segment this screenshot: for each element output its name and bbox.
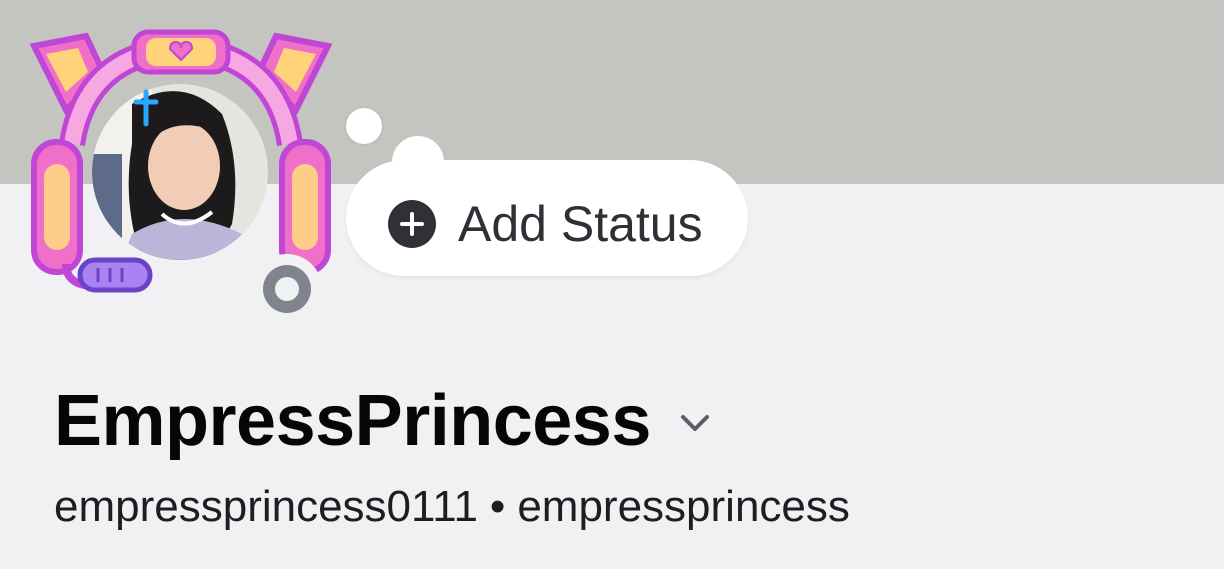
plus-circle-icon bbox=[388, 200, 436, 248]
alias: empressprincess bbox=[517, 482, 850, 531]
avatar[interactable] bbox=[26, 24, 336, 324]
separator-dot: • bbox=[489, 482, 506, 531]
offline-status-icon bbox=[252, 254, 322, 324]
username-row: empressprincess0111 • empressprincess bbox=[54, 480, 850, 534]
username: empressprincess0111 bbox=[54, 482, 478, 531]
add-status-button[interactable]: Add Status bbox=[346, 160, 748, 276]
add-status-label: Add Status bbox=[458, 196, 703, 252]
status-bubble-dot-small bbox=[346, 108, 382, 144]
display-name-row[interactable]: EmpressPrincess bbox=[54, 378, 715, 464]
chevron-down-icon[interactable] bbox=[675, 403, 715, 443]
display-name: EmpressPrincess bbox=[54, 381, 651, 461]
